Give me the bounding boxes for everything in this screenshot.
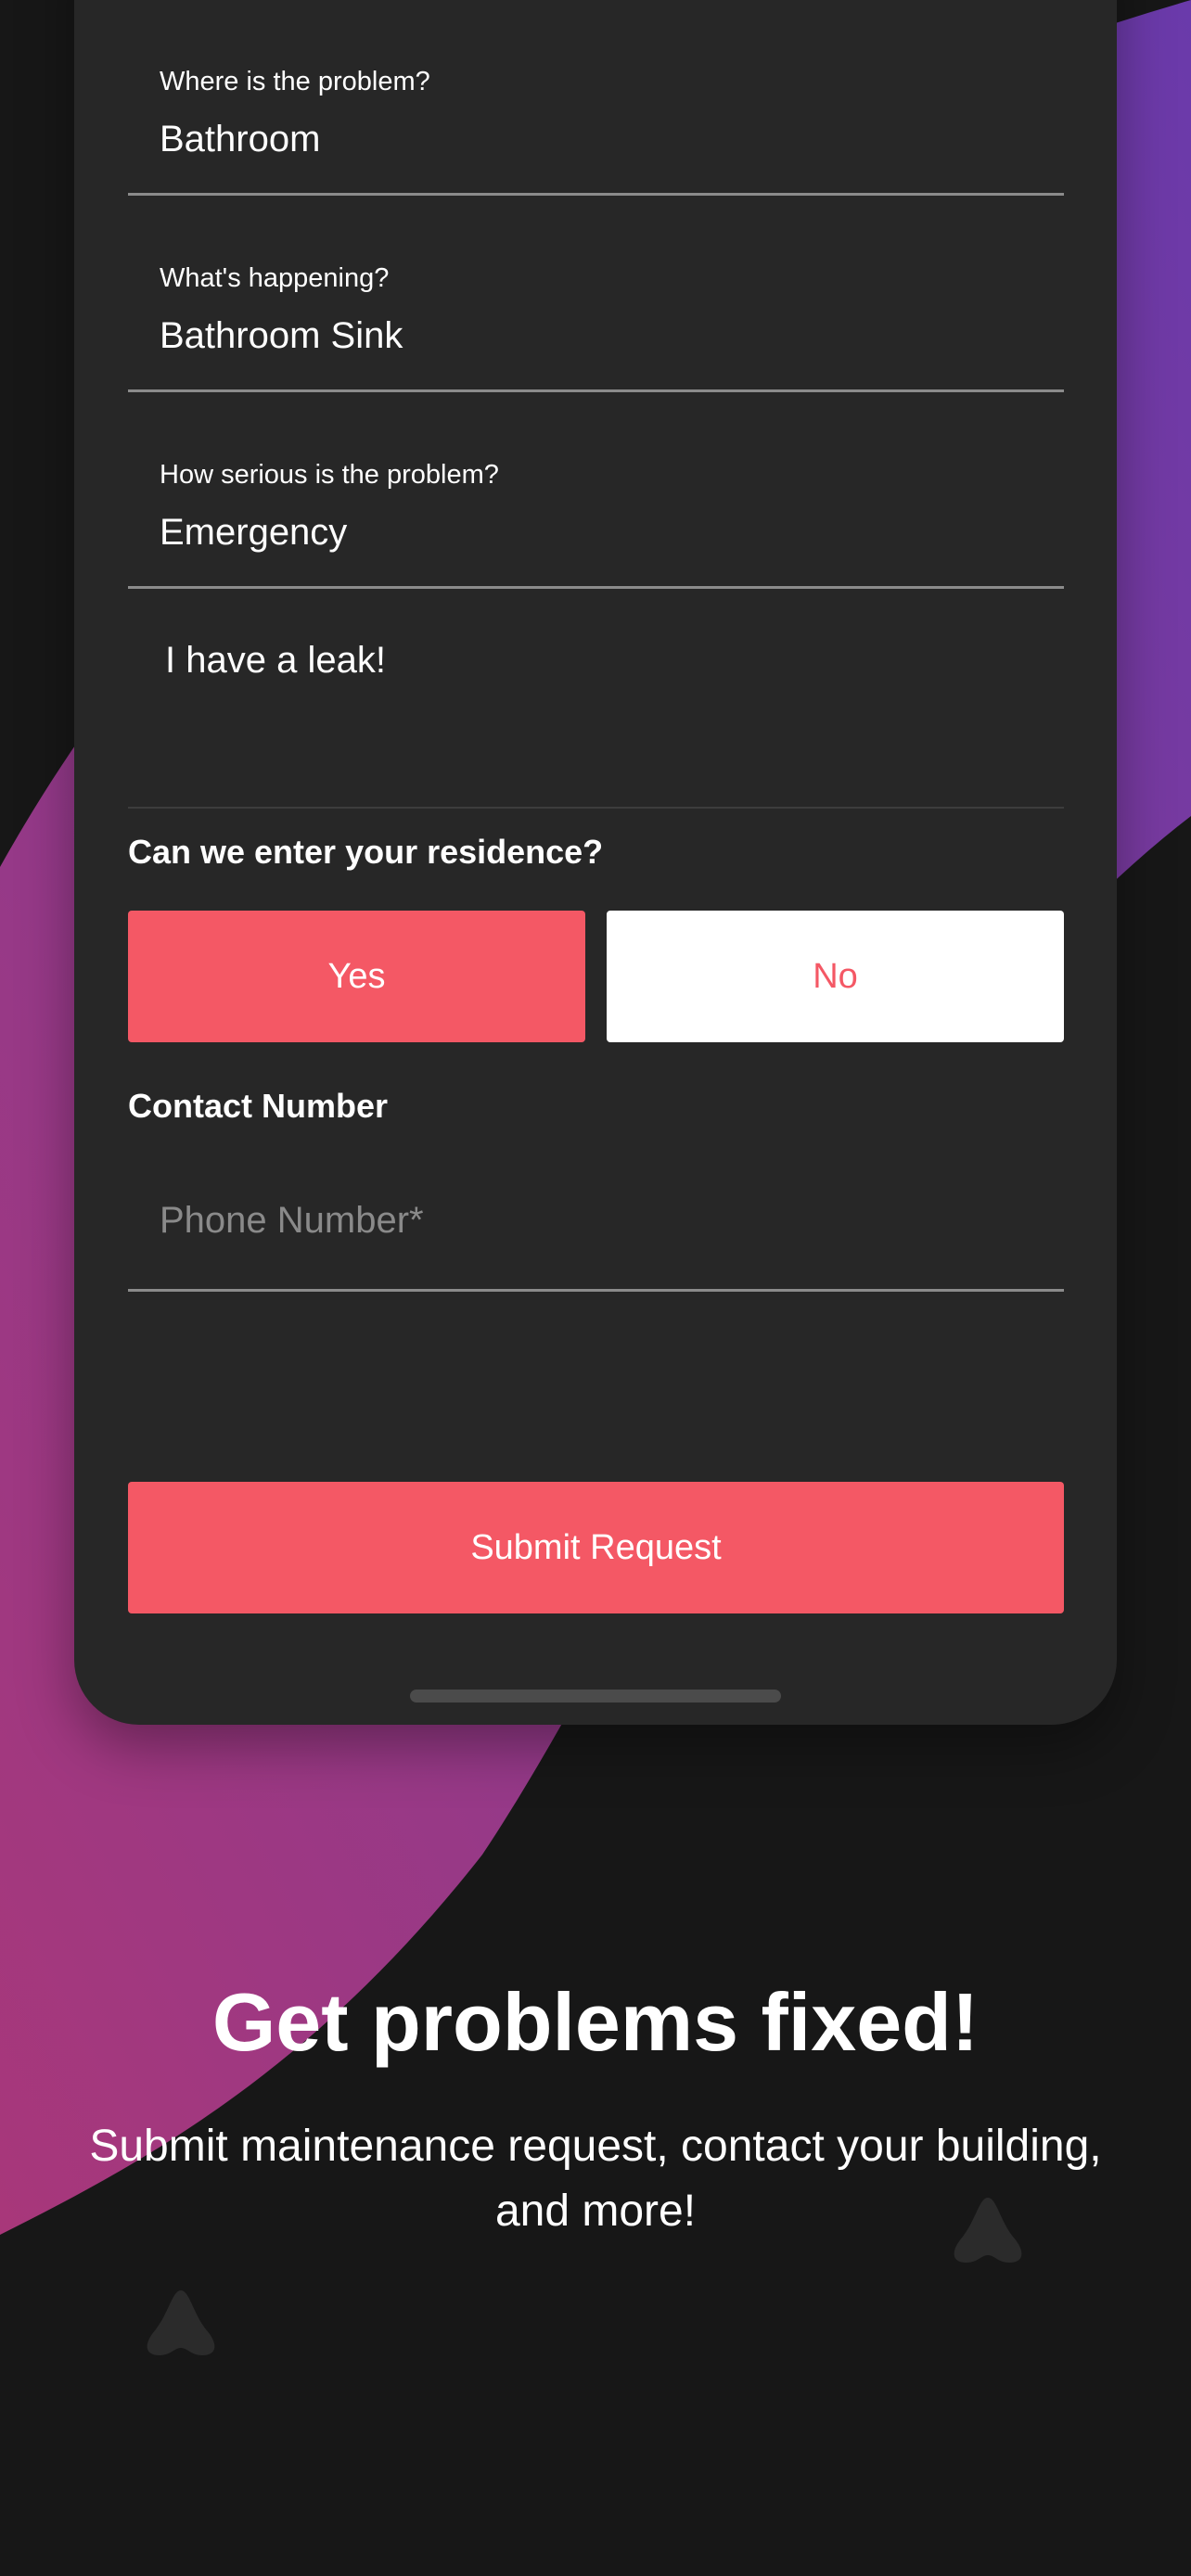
contact-number-title: Contact Number bbox=[128, 1087, 389, 1125]
description-textarea[interactable]: I have a leak! bbox=[128, 588, 1064, 809]
issue-label: What's happening? bbox=[160, 263, 390, 293]
phone-number-field bbox=[128, 1141, 1064, 1292]
screen: Where is the problem? Bathroom What's ha… bbox=[0, 0, 1191, 2576]
severity-field[interactable]: How serious is the problem? Emergency bbox=[128, 391, 1064, 589]
entry-no-button[interactable]: No bbox=[607, 911, 1064, 1042]
phone-number-input[interactable] bbox=[160, 1192, 1031, 1248]
location-value: Bathroom bbox=[160, 119, 321, 159]
location-label: Where is the problem? bbox=[160, 67, 430, 96]
description-text: I have a leak! bbox=[165, 640, 386, 681]
issue-value: Bathroom Sink bbox=[160, 315, 403, 356]
entry-question: Can we enter your residence? bbox=[128, 833, 604, 871]
severity-label: How serious is the problem? bbox=[160, 460, 499, 490]
entry-yes-button[interactable]: Yes bbox=[128, 911, 585, 1042]
decorative-triangle-icon bbox=[147, 2290, 215, 2355]
submit-request-button[interactable]: Submit Request bbox=[128, 1482, 1064, 1613]
home-indicator bbox=[410, 1690, 781, 1702]
location-field[interactable]: Where is the problem? Bathroom bbox=[128, 0, 1064, 196]
decorative-triangle-icon bbox=[954, 2198, 1022, 2263]
promo-headline: Get problems fixed! bbox=[211, 1976, 980, 2068]
issue-field[interactable]: What's happening? Bathroom Sink bbox=[128, 195, 1064, 392]
severity-value: Emergency bbox=[160, 512, 348, 553]
